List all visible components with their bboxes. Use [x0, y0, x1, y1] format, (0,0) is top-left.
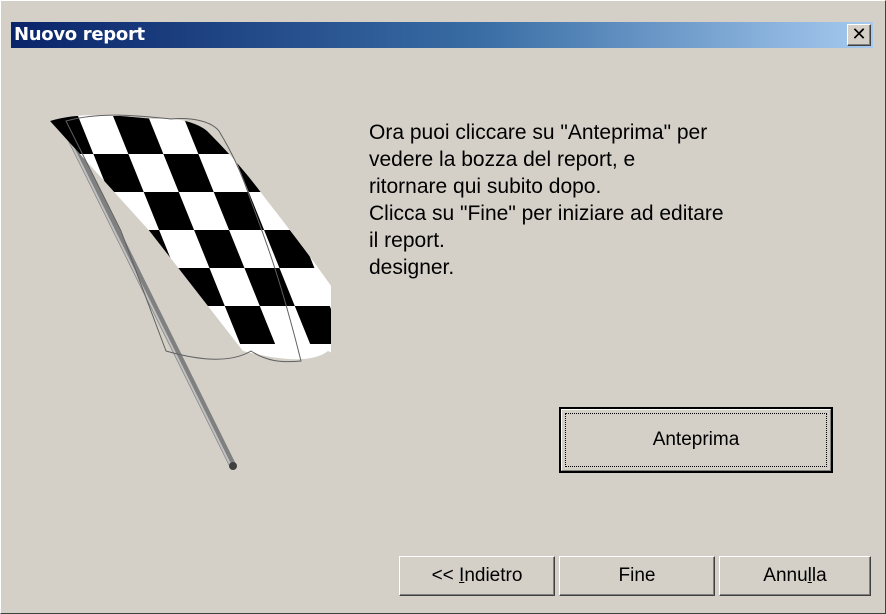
preview-button[interactable]: Anteprima	[559, 407, 833, 473]
finish-button[interactable]: Fine	[559, 556, 715, 596]
title-bar[interactable]: Nuovo report ✕	[11, 22, 873, 48]
dialog-window: Nuovo report ✕ Ora puoi cliccare su "Ant…	[0, 0, 886, 614]
message-line: vedere la bozza del report, e	[369, 148, 636, 171]
cancel-button[interactable]: Annulla	[719, 556, 871, 596]
message-line: ritornare qui subito dopo.	[369, 175, 602, 198]
message-line: Ora puoi cliccare su "Anteprima" per	[369, 121, 708, 144]
back-button-prefix: <<	[431, 565, 460, 586]
message-line: Clicca su "Fine" per iniziare ad editare	[369, 202, 724, 225]
back-button-label: ndietro	[464, 565, 523, 586]
instruction-message: Ora puoi cliccare su "Anteprima" per ved…	[369, 119, 839, 281]
window-title: Nuovo report	[14, 24, 145, 45]
message-line: il report.	[369, 229, 445, 252]
back-button[interactable]: << Indietro	[399, 556, 555, 596]
finish-button-label: Fine	[618, 565, 656, 586]
close-icon: ✕	[851, 24, 867, 45]
cancel-button-label-post: la	[811, 565, 827, 586]
cancel-button-label-pre: Annu	[763, 565, 808, 586]
close-button[interactable]: ✕	[847, 24, 871, 46]
preview-button-label: Anteprima	[652, 429, 740, 450]
message-line: designer.	[369, 256, 455, 279]
checkered-flag-icon	[47, 114, 331, 470]
